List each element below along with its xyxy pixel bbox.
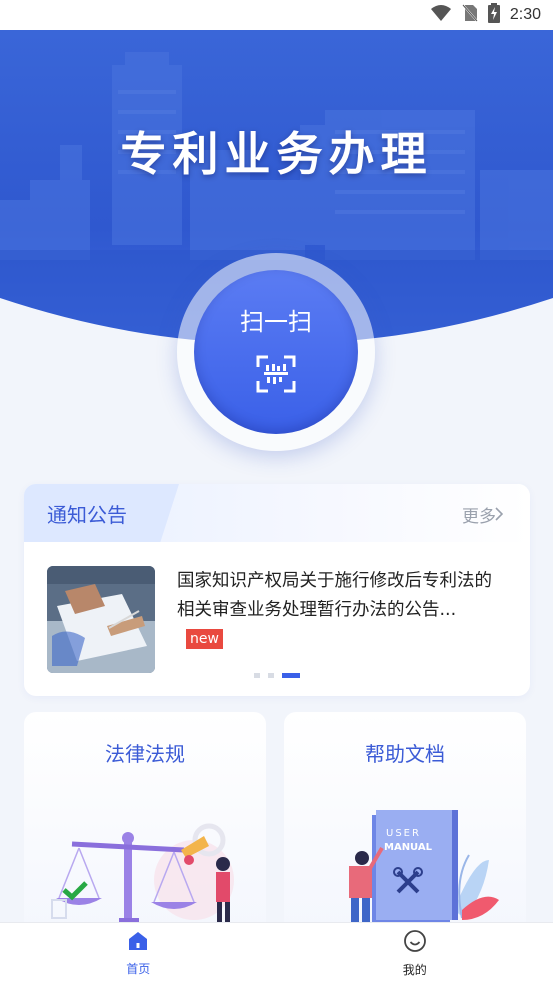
svg-text:USER: USER bbox=[386, 828, 421, 839]
more-link[interactable]: 更多 bbox=[462, 502, 496, 527]
scales-illustration bbox=[24, 800, 266, 935]
status-time: 2:30 bbox=[509, 6, 541, 23]
scan-label: 扫一扫 bbox=[240, 307, 312, 336]
more-label: 更多 bbox=[462, 507, 496, 527]
qr-scan-icon bbox=[256, 355, 296, 397]
notice-thumbnail[interactable] bbox=[47, 566, 155, 673]
help-docs-card[interactable]: 帮助文档 USER MANUAL bbox=[284, 712, 526, 952]
notice-header: 通知公告 更多 bbox=[24, 484, 530, 542]
help-docs-title: 帮助文档 bbox=[365, 742, 445, 766]
status-bar: 2:30 bbox=[0, 0, 553, 30]
user-manual-illustration: USER MANUAL bbox=[284, 800, 526, 934]
svg-text:MANUAL: MANUAL bbox=[384, 842, 433, 853]
tab-home[interactable]: 首页 bbox=[0, 923, 277, 983]
laws-title: 法律法规 bbox=[105, 742, 185, 766]
carousel-dot bbox=[254, 673, 260, 678]
home-icon bbox=[127, 930, 149, 956]
carousel-indicator bbox=[254, 673, 300, 678]
carousel-dot-active bbox=[282, 673, 300, 678]
bottom-tab-bar: 首页 我的 bbox=[0, 922, 553, 983]
tab-home-label: 首页 bbox=[126, 961, 151, 976]
notice-card: 通知公告 更多 国家知识产权局关于施行修改后专利法的相关审查业务处理暂行办法的公… bbox=[24, 484, 530, 696]
tab-mine-label: 我的 bbox=[402, 962, 427, 977]
chevron-right-icon bbox=[495, 506, 504, 525]
notice-item-text[interactable]: 国家知识产权局关于施行修改后专利法的相关审查业务处理暂行办法的公告... bbox=[177, 567, 507, 625]
scan-button[interactable]: 扫一扫 bbox=[194, 270, 358, 434]
laws-card[interactable]: 法律法规 bbox=[24, 712, 266, 952]
no-sim-icon bbox=[462, 4, 478, 26]
page-title: 专利业务办理 bbox=[120, 127, 433, 181]
battery-charging-icon bbox=[487, 3, 500, 27]
notice-title: 通知公告 bbox=[47, 503, 127, 527]
new-badge: new bbox=[186, 629, 223, 649]
smiley-icon bbox=[403, 929, 427, 957]
wifi-icon bbox=[430, 4, 452, 26]
carousel-dot bbox=[268, 673, 274, 678]
tab-mine[interactable]: 我的 bbox=[277, 923, 553, 983]
